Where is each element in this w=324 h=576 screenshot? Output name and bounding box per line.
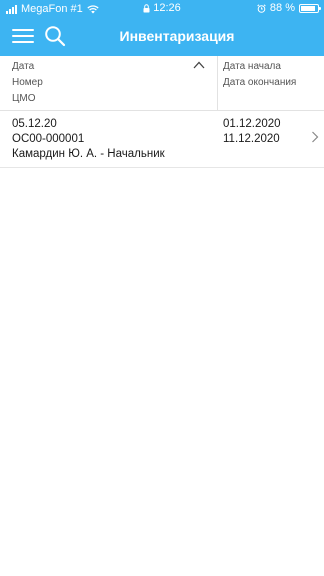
item-date: 05.12.20 bbox=[12, 118, 57, 130]
item-start-date: 01.12.2020 bbox=[223, 118, 281, 130]
item-end-date: 11.12.2020 bbox=[223, 133, 280, 145]
screen: MegaFon #1 12:26 88 % Инвентаризация Дат… bbox=[0, 0, 324, 576]
lock-icon bbox=[143, 3, 150, 12]
app-header-bar: MegaFon #1 12:26 88 % Инвентаризация bbox=[0, 0, 324, 56]
status-right: 88 % bbox=[257, 2, 321, 14]
column-header-right[interactable]: Дата начала Дата окончания bbox=[223, 59, 296, 91]
hamburger-menu-icon[interactable] bbox=[12, 27, 34, 45]
list-item[interactable]: 05.12.20 ОС00-000001 Камардин Ю. А. - На… bbox=[0, 111, 324, 168]
navigation-header: Инвентаризация bbox=[0, 20, 324, 54]
page-title: Инвентаризация bbox=[119, 28, 235, 44]
battery-fill bbox=[301, 5, 316, 11]
alarm-icon bbox=[257, 3, 266, 13]
item-cmo: Камардин Ю. А. - Начальник bbox=[12, 148, 165, 160]
list-item-right: 01.12.2020 11.12.2020 bbox=[223, 117, 281, 147]
chevron-up-icon[interactable] bbox=[193, 60, 205, 70]
column-start-date[interactable]: Дата начала bbox=[223, 59, 296, 75]
status-bar: MegaFon #1 12:26 88 % bbox=[0, 0, 324, 18]
item-number: ОС00-000001 bbox=[12, 133, 85, 145]
status-time: 12:26 bbox=[153, 2, 181, 14]
column-date[interactable]: Дата bbox=[12, 59, 216, 75]
list-item-left: 05.12.20 ОС00-000001 Камардин Ю. А. - На… bbox=[12, 117, 165, 162]
column-divider bbox=[217, 56, 218, 110]
column-header-left[interactable]: Дата Номер ЦМО bbox=[12, 56, 216, 110]
column-cmo[interactable]: ЦМО bbox=[12, 91, 216, 107]
battery-icon bbox=[299, 3, 321, 13]
battery-percent: 88 % bbox=[269, 2, 295, 14]
column-header[interactable]: Дата Номер ЦМО Дата начала Дата окончани… bbox=[0, 56, 324, 111]
column-number[interactable]: Номер bbox=[12, 75, 216, 91]
search-icon[interactable] bbox=[44, 25, 66, 47]
chevron-right-icon[interactable] bbox=[311, 131, 319, 143]
column-end-date[interactable]: Дата окончания bbox=[223, 75, 296, 91]
